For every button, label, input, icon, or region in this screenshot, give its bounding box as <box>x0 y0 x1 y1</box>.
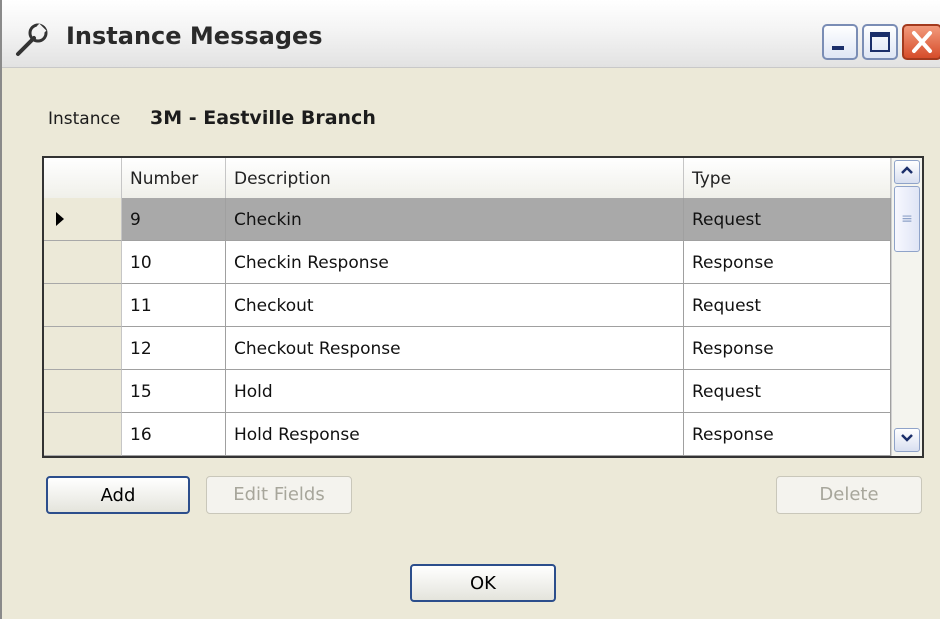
chevron-up-icon <box>901 166 913 174</box>
row-header[interactable] <box>44 327 122 370</box>
messages-grid[interactable]: Number Description Type 9 Checkin Reques… <box>42 156 924 458</box>
wrench-icon <box>16 23 48 56</box>
column-header-type[interactable]: Type <box>684 158 891 198</box>
minimize-icon <box>832 46 844 50</box>
close-button[interactable] <box>902 24 940 60</box>
maximize-button[interactable] <box>862 24 898 60</box>
cell-number[interactable]: 9 <box>122 198 226 241</box>
scroll-thumb[interactable]: ≡ <box>894 186 920 252</box>
grid-header: Number Description Type <box>44 158 891 200</box>
row-header[interactable] <box>44 241 122 284</box>
column-header-number[interactable]: Number <box>122 158 226 198</box>
cell-description[interactable]: Hold Response <box>226 413 684 456</box>
maximize-icon <box>870 32 890 52</box>
column-header-description[interactable]: Description <box>226 158 684 198</box>
instance-messages-window: Instance Messages Instance 3M - Eastvill… <box>0 0 940 619</box>
cell-type[interactable]: Response <box>684 241 891 284</box>
cell-number[interactable]: 16 <box>122 413 226 456</box>
table-row[interactable]: 16 Hold Response Response <box>44 413 891 456</box>
minimize-button[interactable] <box>822 24 858 60</box>
instance-name: 3M - Eastville Branch <box>150 107 376 129</box>
add-button[interactable]: Add <box>46 476 190 514</box>
cell-type[interactable]: Request <box>684 284 891 327</box>
table-row[interactable]: 15 Hold Request <box>44 370 891 413</box>
cell-type[interactable]: Response <box>684 413 891 456</box>
edit-fields-button[interactable]: Edit Fields <box>206 476 352 514</box>
cell-description[interactable]: Checkout Response <box>226 327 684 370</box>
cell-type[interactable]: Request <box>684 370 891 413</box>
window-title: Instance Messages <box>66 22 323 50</box>
row-header[interactable] <box>44 413 122 456</box>
table-row[interactable]: 10 Checkin Response Response <box>44 241 891 284</box>
table-row[interactable]: 9 Checkin Request <box>44 198 891 241</box>
close-icon <box>912 31 932 53</box>
row-header[interactable] <box>44 198 122 241</box>
row-header-corner <box>44 158 122 198</box>
delete-button[interactable]: Delete <box>776 476 922 514</box>
cell-type[interactable]: Response <box>684 327 891 370</box>
cell-number[interactable]: 10 <box>122 241 226 284</box>
title-bar[interactable]: Instance Messages <box>2 0 940 68</box>
ok-button[interactable]: OK <box>410 564 556 602</box>
cell-description[interactable]: Checkin Response <box>226 241 684 284</box>
table-row[interactable]: 12 Checkout Response Response <box>44 327 891 370</box>
cell-number[interactable]: 15 <box>122 370 226 413</box>
current-row-icon <box>56 212 64 226</box>
table-row[interactable]: 11 Checkout Request <box>44 284 891 327</box>
instance-label: Instance <box>48 109 121 129</box>
chevron-down-icon <box>901 434 913 442</box>
cell-description[interactable]: Checkout <box>226 284 684 327</box>
scroll-down-button[interactable] <box>894 428 920 452</box>
cell-number[interactable]: 12 <box>122 327 226 370</box>
scroll-up-button[interactable] <box>894 160 920 184</box>
row-header[interactable] <box>44 370 122 413</box>
vertical-scrollbar[interactable]: ≡ <box>891 158 922 456</box>
cell-description[interactable]: Checkin <box>226 198 684 241</box>
cell-number[interactable]: 11 <box>122 284 226 327</box>
cell-type[interactable]: Request <box>684 198 891 241</box>
row-header[interactable] <box>44 284 122 327</box>
cell-description[interactable]: Hold <box>226 370 684 413</box>
